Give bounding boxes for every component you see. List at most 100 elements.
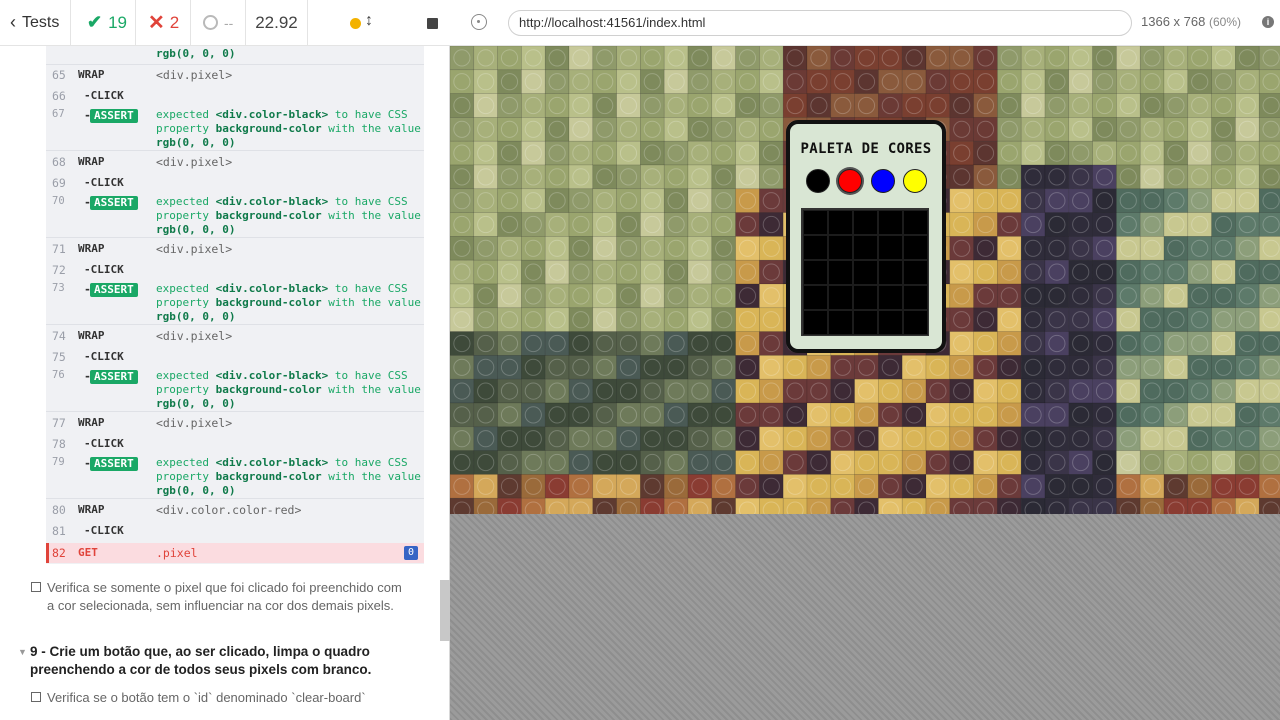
test-state-icon xyxy=(31,692,41,702)
assert-badge: ASSERT xyxy=(90,370,138,384)
command-row[interactable]: 78 -CLICK xyxy=(46,437,424,453)
pixel[interactable] xyxy=(853,210,878,235)
pixel[interactable] xyxy=(803,310,828,335)
assert-badge: ASSERT xyxy=(90,109,138,123)
suite-item[interactable]: ▼ 9 - Crie um botão que, ao ser clicado,… xyxy=(18,643,408,679)
test-state-icon xyxy=(31,582,41,592)
assert-message: expected <div.color-black> to have CSS p… xyxy=(156,456,421,497)
auto-scroll-toggle-icon[interactable]: ↕ xyxy=(365,12,373,30)
assert-value: rgb(0, 0, 0) xyxy=(156,47,236,60)
pixel[interactable] xyxy=(828,310,853,335)
assert-message: expected <div.color-black> to have CSS p… xyxy=(156,108,421,149)
command-row[interactable]: 65 WRAP <div.pixel> xyxy=(46,68,424,84)
duration: 22.92 xyxy=(246,0,308,46)
run-controls: ↕ xyxy=(308,0,450,46)
check-icon: ✔ xyxy=(87,12,103,32)
command-row[interactable]: 77 WRAP <div.pixel> xyxy=(46,416,424,432)
chevron-left-icon: ‹ xyxy=(10,12,16,32)
pixel[interactable] xyxy=(903,235,928,260)
title: PALETA DE CORES xyxy=(800,141,932,157)
command-row[interactable]: 75 -CLICK xyxy=(46,350,424,366)
cypress-runner: ‹ Tests ✔ 19 ✕ 2 -- 22.92 ↕ rgb(0, 0, 0)… xyxy=(0,0,1280,720)
info-icon[interactable]: i xyxy=(1262,16,1274,28)
aut-stage: PALETA DE CORES xyxy=(450,46,1280,720)
assert-row[interactable]: 76 - ASSERT expected <div.color-black> t… xyxy=(46,369,424,411)
assert-badge: ASSERT xyxy=(90,196,138,210)
pixel[interactable] xyxy=(853,310,878,335)
assert-message: expected <div.color-black> to have CSS p… xyxy=(156,195,421,236)
selector-playground-icon[interactable] xyxy=(471,14,487,30)
pixel[interactable] xyxy=(828,260,853,285)
pixel-board xyxy=(801,208,929,336)
pixel[interactable] xyxy=(803,235,828,260)
color-yellow[interactable] xyxy=(903,169,927,193)
failed-stat: ✕ 2 xyxy=(136,0,191,46)
test-item[interactable]: Verifica se somente o pixel que foi clic… xyxy=(31,579,411,615)
assert-row[interactable]: 73 - ASSERT expected <div.color-black> t… xyxy=(46,282,424,324)
reporter-panel: ‹ Tests ✔ 19 ✕ 2 -- 22.92 ↕ rgb(0, 0, 0)… xyxy=(0,0,450,720)
url-display[interactable]: http://localhost:41561/index.html xyxy=(508,10,1132,36)
command-row[interactable]: 66 -CLICK xyxy=(46,89,424,105)
stop-icon[interactable] xyxy=(427,17,438,29)
caret-down-icon: ▼ xyxy=(18,647,27,657)
command-row[interactable]: 68 WRAP <div.pixel> xyxy=(46,155,424,171)
circle-notch-icon xyxy=(203,15,218,30)
pixel[interactable] xyxy=(828,235,853,260)
aut-iframe: PALETA DE CORES xyxy=(450,46,1280,514)
pixel[interactable] xyxy=(903,285,928,310)
viewport-scale: (60%) xyxy=(1208,15,1241,29)
command-row[interactable]: 81 -CLICK xyxy=(46,524,424,540)
assert-row[interactable]: 79 - ASSERT expected <div.color-black> t… xyxy=(46,456,424,498)
failed-count: 2 xyxy=(169,12,180,32)
pixel[interactable] xyxy=(803,285,828,310)
assert-badge: ASSERT xyxy=(90,457,138,471)
command-row[interactable]: 74 WRAP <div.pixel> xyxy=(46,329,424,345)
failed-command-row[interactable]: 82 GET .pixel 0 xyxy=(46,543,424,563)
pixel[interactable] xyxy=(803,210,828,235)
assert-message: expected <div.color-black> to have CSS p… xyxy=(156,369,421,410)
pixel[interactable] xyxy=(828,210,853,235)
test-item[interactable]: Verifica se o botão tem o `id` denominad… xyxy=(31,689,411,707)
color-blue[interactable] xyxy=(871,169,895,193)
pixel[interactable] xyxy=(803,260,828,285)
pixel[interactable] xyxy=(878,285,903,310)
back-to-tests-button[interactable]: ‹ Tests xyxy=(0,0,71,46)
command-row[interactable]: 69 -CLICK xyxy=(46,176,424,192)
pixel[interactable] xyxy=(853,285,878,310)
pixel[interactable] xyxy=(878,260,903,285)
running-indicator-icon xyxy=(350,17,361,29)
pixel[interactable] xyxy=(903,210,928,235)
color-black[interactable] xyxy=(806,169,830,193)
assert-row[interactable]: 67 - ASSERT expected <div.color-black> t… xyxy=(46,108,424,150)
back-label: Tests xyxy=(22,13,60,31)
reporter-header: ‹ Tests ✔ 19 ✕ 2 -- 22.92 ↕ xyxy=(0,0,450,46)
pixel[interactable] xyxy=(853,260,878,285)
pixel[interactable] xyxy=(828,285,853,310)
command-log-continuation: rgb(0, 0, 0) xyxy=(46,47,424,63)
pixel[interactable] xyxy=(903,260,928,285)
command-row[interactable]: 71 WRAP <div.pixel> xyxy=(46,242,424,258)
assert-row[interactable]: 70 - ASSERT expected <div.color-black> t… xyxy=(46,195,424,237)
pixel[interactable] xyxy=(878,210,903,235)
viewport-info[interactable]: 1366 x 768 (60%) xyxy=(1141,14,1241,29)
command-log: rgb(0, 0, 0) 65 WRAP <div.pixel> 66 -CLI… xyxy=(46,46,424,564)
command-row[interactable]: 72 -CLICK xyxy=(46,263,424,279)
passed-count: 19 xyxy=(108,12,128,32)
test-title: Verifica se o botão tem o `id` denominad… xyxy=(47,690,366,705)
viewport-size: 1366 x 768 xyxy=(1141,14,1206,29)
pending-stat: -- xyxy=(191,0,246,46)
pixel[interactable] xyxy=(853,235,878,260)
test-title: Verifica se somente o pixel que foi clic… xyxy=(47,580,402,613)
app-under-test: http://localhost:41561/index.html 1366 x… xyxy=(450,0,1280,720)
color-red[interactable] xyxy=(838,169,862,193)
x-icon: ✕ xyxy=(148,12,165,34)
reporter-scrollbar[interactable] xyxy=(440,580,450,641)
suite-title: 9 - Crie um botão que, ao ser clicado, l… xyxy=(30,644,372,677)
assert-message: expected <div.color-black> to have CSS p… xyxy=(156,282,421,323)
pixel[interactable] xyxy=(878,235,903,260)
palette-card: PALETA DE CORES xyxy=(786,120,946,353)
passed-stat: ✔ 19 xyxy=(71,0,136,46)
pixel[interactable] xyxy=(878,310,903,335)
command-row[interactable]: 80 WRAP <div.color.color-red> xyxy=(46,503,424,519)
pixel[interactable] xyxy=(903,310,928,335)
